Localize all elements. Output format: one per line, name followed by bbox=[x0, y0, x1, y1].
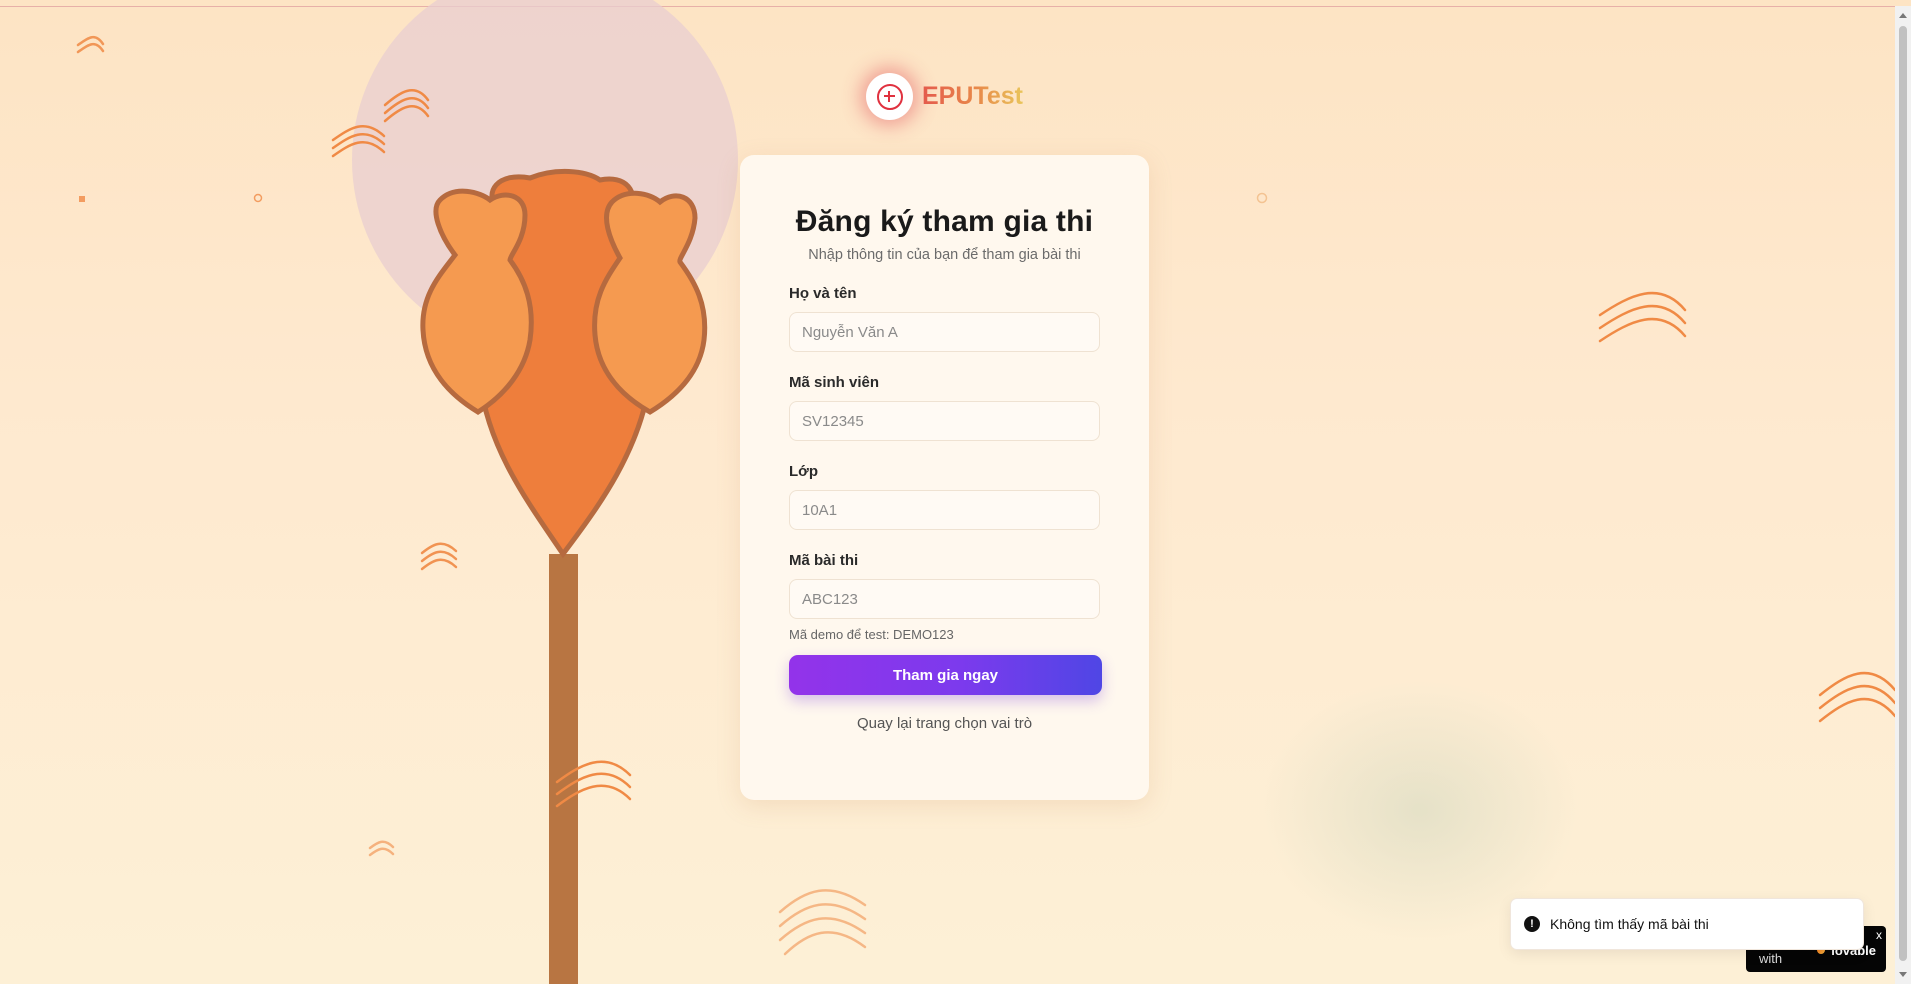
page-scrollbar[interactable] bbox=[1895, 6, 1911, 984]
lantern-stem bbox=[549, 554, 578, 984]
full-name-input[interactable] bbox=[789, 312, 1100, 352]
student-id-label: Mã sinh viên bbox=[789, 374, 880, 391]
demo-code-hint: Mã demo để test: DEMO123 bbox=[789, 627, 954, 642]
field-full-name: Họ và tên bbox=[789, 285, 1100, 352]
toast-message: Không tìm thấy mã bài thi bbox=[1550, 916, 1709, 932]
field-student-id: Mã sinh viên bbox=[789, 374, 1100, 441]
back-to-role-link[interactable]: Quay lại trang chọn vai trò bbox=[789, 715, 1100, 732]
brand-name: EPUTest bbox=[922, 82, 1023, 110]
error-toast: ! Không tìm thấy mã bài thi bbox=[1510, 898, 1864, 950]
student-id-input[interactable] bbox=[789, 401, 1100, 441]
alert-circle-icon: ! bbox=[1524, 916, 1540, 932]
speck bbox=[253, 193, 263, 203]
full-name-label: Họ và tên bbox=[789, 285, 857, 302]
badge-close-icon[interactable]: x bbox=[1876, 928, 1882, 942]
join-now-button[interactable]: Tham gia ngay bbox=[789, 655, 1102, 695]
scrollbar-thumb[interactable] bbox=[1899, 26, 1907, 961]
speck bbox=[1256, 192, 1268, 204]
page-subtitle: Nhập thông tin của bạn để tham gia bài t… bbox=[808, 247, 1081, 263]
badge-prefix: with bbox=[1759, 951, 1783, 966]
field-class: Lớp bbox=[789, 463, 1100, 530]
class-input[interactable] bbox=[789, 490, 1100, 530]
class-label: Lớp bbox=[789, 463, 818, 480]
exam-code-label: Mã bài thi bbox=[789, 552, 859, 569]
right-petal bbox=[592, 190, 708, 415]
scroll-up-icon[interactable] bbox=[1899, 13, 1907, 18]
registration-card: Đăng ký tham gia thi Nhập thông tin của … bbox=[740, 155, 1149, 800]
brand[interactable]: EPUTest bbox=[866, 73, 1023, 120]
scroll-down-icon[interactable] bbox=[1899, 972, 1907, 977]
field-exam-code: Mã bài thi bbox=[789, 552, 1100, 619]
exam-code-input[interactable] bbox=[789, 579, 1100, 619]
left-petal bbox=[420, 188, 534, 415]
plus-circle-icon bbox=[866, 73, 913, 120]
page-title: Đăng ký tham gia thi bbox=[795, 205, 1094, 238]
speck bbox=[79, 196, 85, 202]
